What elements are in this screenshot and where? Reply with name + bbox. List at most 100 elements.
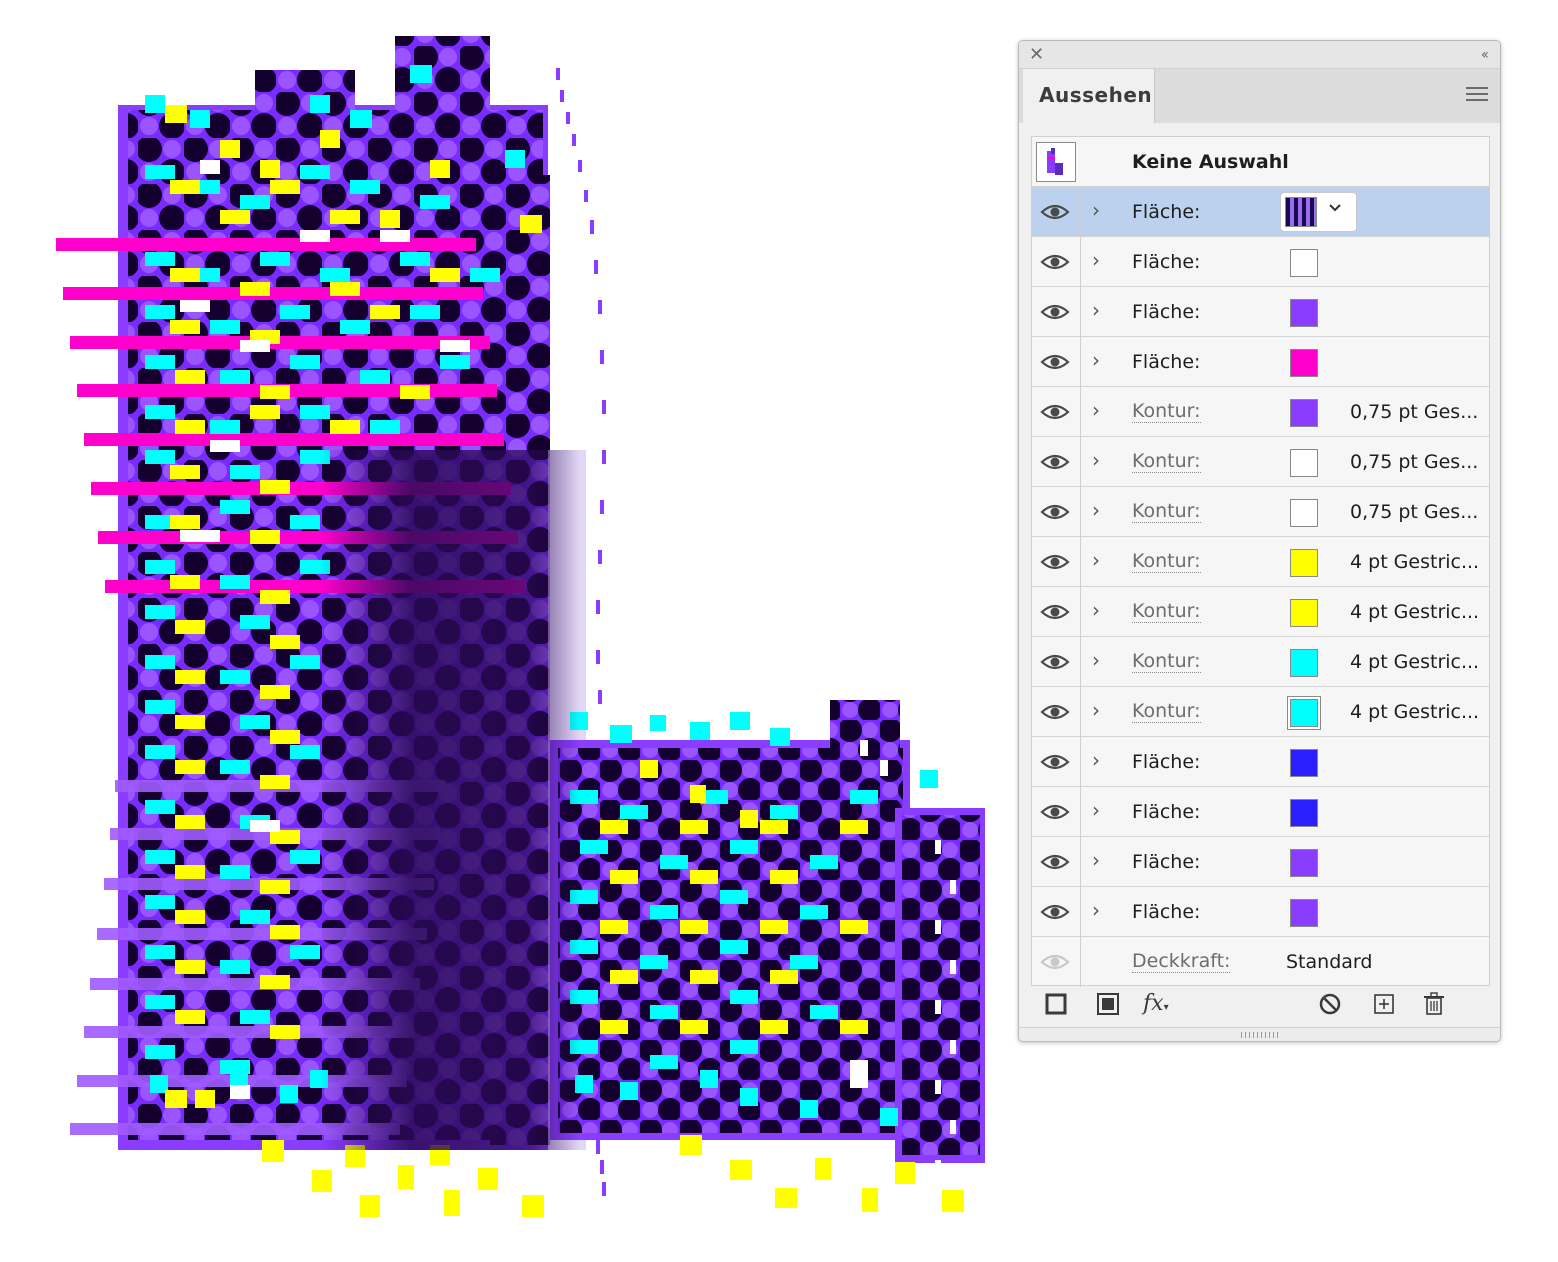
row-divider [1080, 787, 1081, 837]
stroke-label[interactable]: Kontur: [1132, 700, 1201, 723]
tab-aussehen[interactable]: Aussehen [1023, 69, 1155, 123]
color-swatch[interactable] [1290, 749, 1318, 777]
duplicate-icon[interactable] [1371, 991, 1397, 1017]
chevron-right-icon[interactable]: › [1092, 248, 1100, 272]
panel-tabbar: Aussehen [1019, 69, 1500, 123]
appearance-list: Keine Auswahl › Fläche: › Fläche: › Fläche: › F… [1031, 136, 1490, 987]
resize-grip[interactable] [1019, 1027, 1500, 1041]
color-swatch[interactable] [1290, 399, 1318, 427]
eye-icon[interactable] [1040, 900, 1070, 924]
chevron-right-icon[interactable]: › [1092, 848, 1100, 872]
shadow-band [320, 450, 580, 1150]
eye-icon[interactable] [1040, 600, 1070, 624]
collapse-icon[interactable]: ‹‹ [1481, 45, 1489, 65]
fill-label: Fläche: [1132, 851, 1201, 873]
chevron-right-icon[interactable]: › [1092, 798, 1100, 822]
color-swatch[interactable] [1288, 697, 1320, 729]
stroke-label[interactable]: Kontur: [1132, 500, 1201, 523]
color-swatch[interactable] [1290, 799, 1318, 827]
color-swatch[interactable] [1290, 649, 1318, 677]
opacity-label[interactable]: Deckkraft: [1132, 950, 1231, 973]
stroke-row[interactable]: › Kontur: 0,75 pt Ges... [1032, 437, 1489, 487]
color-swatch[interactable] [1290, 849, 1318, 877]
chevron-right-icon[interactable]: › [1092, 898, 1100, 922]
trash-icon[interactable] [1421, 991, 1447, 1017]
menu-icon[interactable] [1466, 87, 1488, 103]
chevron-right-icon[interactable]: › [1092, 448, 1100, 472]
chevron-right-icon[interactable]: › [1092, 648, 1100, 672]
stroke-label[interactable]: Kontur: [1132, 450, 1201, 473]
chevron-right-icon[interactable]: › [1092, 198, 1100, 222]
color-swatch[interactable] [1290, 549, 1318, 577]
fill-row[interactable]: › Fläche: [1032, 837, 1489, 887]
row-divider [1080, 237, 1081, 287]
chevron-right-icon[interactable]: › [1092, 548, 1100, 572]
eye-icon[interactable] [1040, 450, 1070, 474]
stroke-label[interactable]: Kontur: [1132, 650, 1201, 673]
fill-label: Fläche: [1132, 901, 1201, 923]
color-swatch[interactable] [1290, 499, 1318, 527]
panel-titlebar: ✕ ‹‹ [1019, 41, 1500, 69]
fill-row[interactable]: › Fläche: [1032, 237, 1489, 287]
eye-icon[interactable] [1040, 250, 1070, 274]
chevron-down-icon[interactable] [1327, 199, 1343, 220]
color-swatch[interactable] [1290, 249, 1318, 277]
eye-icon[interactable] [1040, 500, 1070, 524]
color-swatch[interactable] [1290, 899, 1318, 927]
fx-icon[interactable]: fx▾ [1143, 991, 1183, 1017]
row-divider [1080, 387, 1081, 437]
eye-icon[interactable] [1040, 550, 1070, 574]
clear-icon[interactable] [1317, 991, 1343, 1017]
fill-row[interactable]: › Fläche: [1032, 887, 1489, 937]
row-divider [1080, 737, 1081, 787]
chevron-right-icon[interactable]: › [1092, 298, 1100, 322]
stroke-row[interactable]: › Kontur: 0,75 pt Ges... [1032, 487, 1489, 537]
stroke-row[interactable]: › Kontur: 4 pt Gestric... [1032, 687, 1489, 737]
color-swatch[interactable] [1290, 349, 1318, 377]
eye-icon[interactable] [1040, 400, 1070, 424]
fill-row[interactable]: › Fläche: [1032, 787, 1489, 837]
add-fill-icon[interactable] [1095, 991, 1121, 1017]
stroke-row[interactable]: › Kontur: 4 pt Gestric... [1032, 637, 1489, 687]
fill-row[interactable]: › Fläche: [1032, 287, 1489, 337]
add-stroke-icon[interactable] [1043, 991, 1069, 1017]
chevron-right-icon[interactable]: › [1092, 498, 1100, 522]
eye-icon[interactable] [1040, 700, 1070, 724]
eye-icon[interactable] [1040, 300, 1070, 324]
fill-row[interactable]: › Fläche: [1032, 187, 1489, 237]
row-divider [1080, 937, 1081, 987]
eye-icon[interactable] [1040, 350, 1070, 374]
gradient-swatch[interactable] [1285, 197, 1317, 227]
eye-icon[interactable] [1040, 200, 1070, 224]
chevron-right-icon[interactable]: › [1092, 748, 1100, 772]
color-swatch[interactable] [1290, 599, 1318, 627]
row-divider [1080, 487, 1081, 537]
row-divider [1080, 337, 1081, 387]
opacity-row[interactable]: Deckkraft: Standard [1032, 937, 1489, 987]
close-icon[interactable]: ✕ [1029, 45, 1044, 65]
fill-row[interactable]: › Fläche: [1032, 337, 1489, 387]
color-swatch[interactable] [1290, 449, 1318, 477]
eye-icon[interactable] [1040, 850, 1070, 874]
chevron-right-icon[interactable]: › [1092, 348, 1100, 372]
eye-icon[interactable] [1040, 800, 1070, 824]
chevron-right-icon[interactable]: › [1092, 598, 1100, 622]
stroke-label[interactable]: Kontur: [1132, 600, 1201, 623]
eye-icon[interactable] [1040, 650, 1070, 674]
eye-icon[interactable] [1040, 750, 1070, 774]
row-divider [1080, 287, 1081, 337]
fill-swatch-dropdown[interactable] [1280, 192, 1357, 232]
color-swatch[interactable] [1290, 299, 1318, 327]
stroke-row[interactable]: › Kontur: 0,75 pt Ges... [1032, 387, 1489, 437]
stroke-row[interactable]: › Kontur: 4 pt Gestric... [1032, 587, 1489, 637]
stroke-row[interactable]: › Kontur: 4 pt Gestric... [1032, 537, 1489, 587]
row-divider [1080, 837, 1081, 887]
fill-label: Fläche: [1132, 801, 1201, 823]
row-divider [1080, 587, 1081, 637]
chevron-right-icon[interactable]: › [1092, 398, 1100, 422]
stroke-label[interactable]: Kontur: [1132, 400, 1201, 423]
stroke-value: 0,75 pt Ges... [1350, 501, 1479, 523]
fill-row[interactable]: › Fläche: [1032, 737, 1489, 787]
stroke-label[interactable]: Kontur: [1132, 550, 1201, 573]
chevron-right-icon[interactable]: › [1092, 698, 1100, 722]
